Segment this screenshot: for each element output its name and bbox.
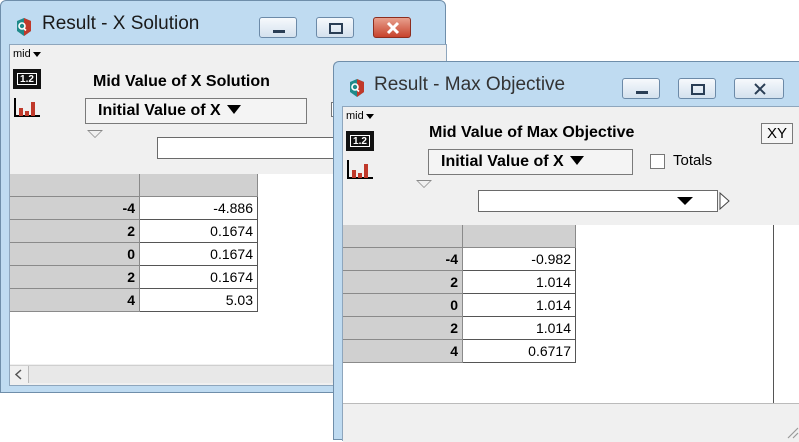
value-cell[interactable]: 0.1674 bbox=[140, 220, 258, 243]
pivot-icon[interactable] bbox=[416, 180, 432, 188]
row-index-cell: 2 bbox=[10, 266, 140, 289]
row-index-cell: 2 bbox=[10, 220, 140, 243]
value-cell[interactable]: 0.1674 bbox=[140, 266, 258, 289]
close-button[interactable] bbox=[734, 78, 784, 99]
dropdown-arrow-icon bbox=[226, 105, 241, 114]
max-objective-window[interactable]: Result - Max Objective mid 1.2 Mid Value… bbox=[333, 61, 799, 442]
row-index-cell: 2 bbox=[343, 271, 463, 294]
column-header-cell bbox=[463, 225, 576, 248]
value-cell[interactable]: 1.014 bbox=[463, 317, 576, 340]
minimize-icon bbox=[273, 30, 285, 33]
corner-cell bbox=[10, 174, 140, 197]
index-selector[interactable]: Initial Value of X bbox=[85, 98, 307, 124]
x-solution-titlebar[interactable]: Result - X Solution bbox=[1, 1, 445, 45]
column-header-cell bbox=[140, 174, 258, 197]
totals-label: Totals bbox=[673, 152, 713, 169]
maximize-icon bbox=[329, 23, 343, 34]
mid-selector-label: mid bbox=[346, 110, 364, 122]
result-table: -4 -0.982 2 1.014 0 1.014 2 1.014 4 0.6717 bbox=[343, 225, 773, 403]
window-title: Result - Max Objective bbox=[374, 74, 566, 95]
index-selector-label: Initial Value of X bbox=[98, 102, 221, 119]
value-cell[interactable]: 5.03 bbox=[140, 289, 258, 312]
row-index-cell: 2 bbox=[343, 317, 463, 340]
max-objective-client: mid 1.2 Mid Value of Max Objective XY In… bbox=[342, 106, 799, 442]
row-index-cell: 0 bbox=[10, 243, 140, 266]
row-index-cell: 4 bbox=[343, 340, 463, 363]
pivot-icon[interactable] bbox=[87, 130, 103, 138]
totals-checkbox[interactable] bbox=[650, 154, 665, 169]
table-view-icon[interactable]: 1.2 bbox=[346, 131, 374, 151]
vertical-scrollbar[interactable] bbox=[773, 225, 799, 405]
value-cell[interactable]: 1.014 bbox=[463, 294, 576, 317]
minimize-button[interactable] bbox=[622, 78, 660, 99]
maximize-button[interactable] bbox=[678, 78, 716, 99]
index-selector-label: Initial Value of X bbox=[441, 153, 564, 170]
result-table: -4 -4.886 2 0.1674 0 0.1674 2 0.1674 4 5.03 bbox=[10, 174, 340, 364]
dropdown-arrow-icon bbox=[33, 52, 41, 57]
mid-selector[interactable]: mid bbox=[345, 109, 375, 126]
dropdown-arrow-icon bbox=[366, 114, 374, 119]
result-heading: Mid Value of Max Objective bbox=[429, 124, 635, 141]
row-index-cell: 4 bbox=[10, 289, 140, 312]
next-slice-icon[interactable] bbox=[719, 191, 731, 211]
scroll-left-icon bbox=[14, 369, 22, 380]
value-cell[interactable]: -4.886 bbox=[140, 197, 258, 220]
index-selector[interactable]: Initial Value of X bbox=[428, 149, 633, 175]
maximize-icon bbox=[691, 84, 705, 95]
result-heading: Mid Value of X Solution bbox=[93, 73, 270, 90]
close-icon bbox=[386, 21, 400, 35]
resize-grip-icon[interactable] bbox=[785, 425, 799, 439]
table-view-label: 1.2 bbox=[350, 135, 370, 147]
row-index-cell: -4 bbox=[343, 248, 463, 271]
window-title: Result - X Solution bbox=[42, 13, 200, 34]
value-cell[interactable]: 0.1674 bbox=[140, 243, 258, 266]
horizontal-scrollbar[interactable] bbox=[343, 403, 799, 442]
analytica-app-icon bbox=[17, 18, 31, 36]
table-view-icon[interactable]: 1.2 bbox=[13, 69, 41, 89]
value-cell[interactable]: 0.6717 bbox=[463, 340, 576, 363]
horizontal-scrollbar[interactable] bbox=[10, 365, 350, 383]
dropdown-arrow-icon bbox=[569, 156, 584, 165]
minimize-button[interactable] bbox=[259, 17, 297, 38]
row-index-cell: -4 bbox=[10, 197, 140, 220]
scroll-left-button[interactable] bbox=[10, 366, 29, 383]
table-view-label: 1.2 bbox=[17, 73, 37, 85]
graph-view-icon[interactable] bbox=[13, 96, 41, 118]
analytica-app-icon bbox=[350, 79, 364, 97]
mid-selector-label: mid bbox=[13, 48, 31, 60]
graph-view-icon[interactable] bbox=[346, 158, 374, 180]
close-icon bbox=[754, 83, 766, 95]
maximize-button[interactable] bbox=[316, 17, 354, 38]
slice-selector[interactable] bbox=[157, 137, 348, 159]
corner-cell bbox=[343, 225, 463, 248]
xy-button[interactable]: XY bbox=[761, 123, 794, 144]
close-button[interactable] bbox=[373, 17, 411, 38]
mid-selector[interactable]: mid bbox=[12, 47, 42, 64]
value-cell[interactable]: 1.014 bbox=[463, 271, 576, 294]
slice-selector[interactable] bbox=[478, 190, 718, 212]
minimize-icon bbox=[636, 91, 648, 94]
row-index-cell: 0 bbox=[343, 294, 463, 317]
max-objective-titlebar[interactable]: Result - Max Objective bbox=[334, 62, 799, 106]
value-cell[interactable]: -0.982 bbox=[463, 248, 576, 271]
slice-dropdown-icon[interactable] bbox=[657, 191, 717, 211]
